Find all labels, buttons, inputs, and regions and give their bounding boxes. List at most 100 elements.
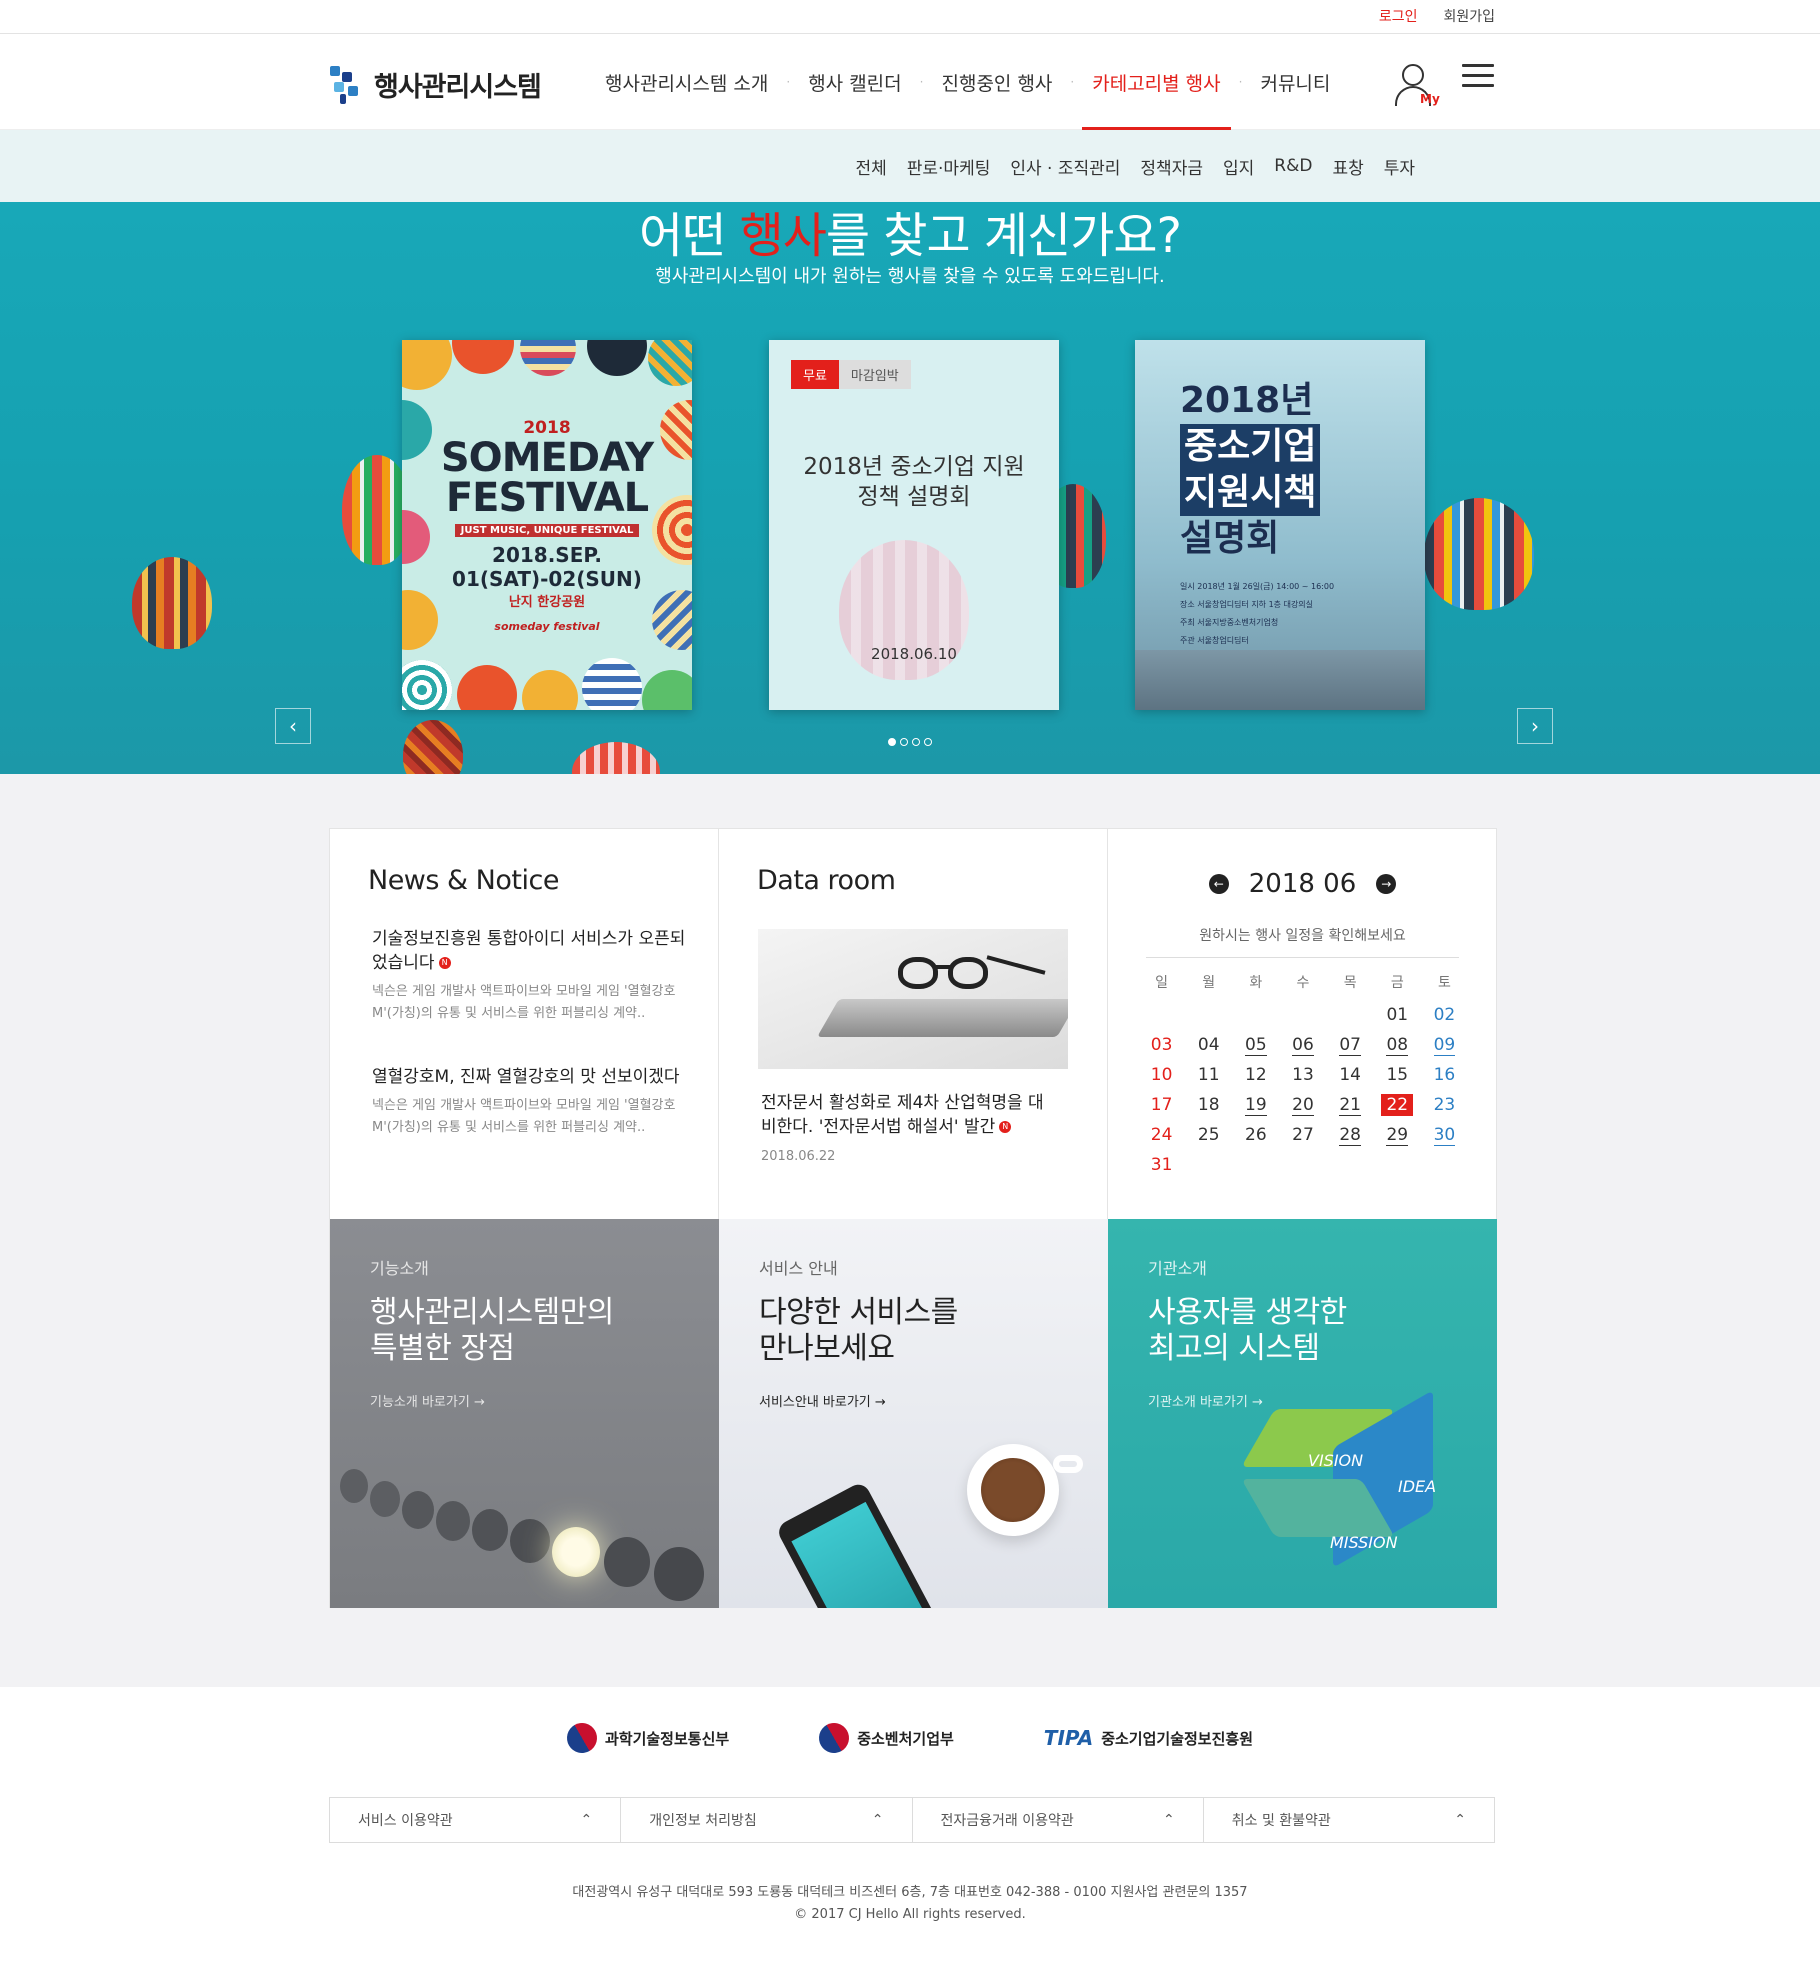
calendar-day[interactable]: 18: [1185, 1090, 1232, 1120]
category-rnd[interactable]: R&D: [1274, 156, 1312, 176]
terms-privacy[interactable]: 개인정보 처리방침 ⌃: [621, 1798, 913, 1842]
decor-shape: [582, 658, 642, 710]
news-item[interactable]: 열혈강호M, 진짜 열혈강호의 맛 선보이겠다 넥슨은 게임 개발사 액트파이브…: [372, 1065, 692, 1139]
calendar-day[interactable]: 13: [1279, 1060, 1326, 1090]
login-link[interactable]: 로그인: [1379, 6, 1418, 26]
calendar-day[interactable]: 25: [1185, 1120, 1232, 1150]
calendar-day[interactable]: 01: [1374, 1000, 1421, 1030]
event-card-policy-briefing[interactable]: 무료 마감임박 2018년 중소기업 지원 정책 설명회 2018.06.10: [769, 340, 1059, 710]
category-list: 전체 판로·마케팅 인사 · 조직관리 정책자금 입지 R&D 표창 투자: [855, 130, 1415, 202]
news-item[interactable]: 기술정보진흥원 통합아이디 서비스가 오픈되었습니다 N 넥슨은 게임 개발사 액…: [372, 927, 692, 1025]
utility-links: 로그인 회원가입: [1379, 6, 1495, 26]
calendar-day[interactable]: 31: [1138, 1150, 1185, 1180]
join-link[interactable]: 회원가입: [1443, 6, 1495, 26]
carousel-dot[interactable]: [912, 738, 920, 746]
header: 행사관리시스템 행사관리시스템 소개 · 행사 캘린더 · 진행중인 행사 · …: [0, 34, 1820, 130]
calendar-day[interactable]: 12: [1232, 1060, 1279, 1090]
calendar-day[interactable]: 17: [1138, 1090, 1185, 1120]
chevron-up-icon: ⌃: [580, 1812, 593, 1828]
carousel-dot[interactable]: [924, 738, 932, 746]
logo[interactable]: 행사관리시스템: [330, 64, 542, 104]
calendar-day[interactable]: 29: [1374, 1120, 1421, 1150]
hero-title: 어떤 행사를 찾고 계신가요?: [638, 208, 1182, 264]
calendar-day[interactable]: 16: [1421, 1060, 1468, 1090]
next-month-icon[interactable]: →: [1376, 874, 1397, 894]
balloon-image: [1424, 498, 1534, 610]
calendar-day[interactable]: 22: [1374, 1090, 1421, 1120]
carousel-pagination: [888, 738, 932, 746]
decor-shape: [457, 665, 517, 710]
calendar-day[interactable]: 15: [1374, 1060, 1421, 1090]
organization-link[interactable]: 기관소개 바로가기 →: [1148, 1391, 1263, 1410]
service-link[interactable]: 서비스안내 바로가기 →: [759, 1391, 886, 1410]
hamburger-menu-icon[interactable]: [1462, 64, 1494, 88]
terms-e-finance[interactable]: 전자금융거래 이용약관 ⌃: [913, 1798, 1204, 1842]
calendar-day[interactable]: 21: [1327, 1090, 1374, 1120]
calendar-day[interactable]: 11: [1185, 1060, 1232, 1090]
feature-intro-card[interactable]: 기능소개 행사관리시스템만의 특별한 장점 기능소개 바로가기 →: [330, 1219, 719, 1608]
chevron-up-icon: ⌃: [1163, 1812, 1175, 1828]
promo-title: 다양한 서비스를 만나보세요: [759, 1295, 958, 1366]
nav-category[interactable]: 카테고리별 행사: [1074, 34, 1238, 130]
category-all[interactable]: 전체: [855, 154, 886, 179]
free-badge: 무료: [791, 360, 839, 389]
calendar-day[interactable]: 30: [1421, 1120, 1468, 1150]
terms-service[interactable]: 서비스 이용약관 ⌃: [330, 1798, 622, 1842]
calendar-day[interactable]: 05: [1232, 1030, 1279, 1060]
category-hr[interactable]: 인사 · 조직관리: [1010, 154, 1120, 179]
weekday-header: 금: [1390, 975, 1404, 991]
data-room-date: 2018.06.22: [761, 1149, 836, 1164]
hero-banner: 어떤 행사를 찾고 계신가요? 행사관리시스템이 내가 원하는 행사를 찾을 수…: [0, 202, 1820, 774]
laptop-glasses-image[interactable]: [758, 929, 1068, 1069]
nav-intro[interactable]: 행사관리시스템 소개: [587, 34, 786, 130]
calendar-day[interactable]: 02: [1421, 1000, 1468, 1030]
calendar-day[interactable]: 07: [1327, 1030, 1374, 1060]
calendar-day[interactable]: 19: [1232, 1090, 1279, 1120]
calendar-day[interactable]: 26: [1232, 1120, 1279, 1150]
vision-label: VISION: [1308, 1451, 1364, 1470]
mss-logo[interactable]: 중소벤처기업부: [813, 1717, 954, 1759]
carousel-dot[interactable]: [900, 738, 908, 746]
event-card-support-policy[interactable]: 2018년 중소기업 지원시책 설명회 일시 2018년 1월 26일(금) 1…: [1135, 340, 1425, 710]
calendar-day[interactable]: 14: [1327, 1060, 1374, 1090]
data-room-title[interactable]: 전자문서 활성화로 제4차 산업혁명을 대비한다. '전자문서법 해설서' 발간…: [761, 1091, 1051, 1139]
calendar-day[interactable]: 28: [1327, 1120, 1374, 1150]
balloon-image: [132, 557, 212, 649]
calendar-day[interactable]: 23: [1421, 1090, 1468, 1120]
category-investment[interactable]: 투자: [1384, 154, 1415, 179]
feature-link[interactable]: 기능소개 바로가기 →: [370, 1391, 485, 1410]
event-card-festival[interactable]: 2018 SOMEDAY FESTIVAL JUST MUSIC, UNIQUE…: [402, 340, 692, 710]
category-funding[interactable]: 정책자금: [1140, 154, 1203, 179]
nav-community[interactable]: 커뮤니티: [1242, 34, 1348, 130]
decor-shape: [648, 340, 692, 386]
calendar-day[interactable]: 04: [1185, 1030, 1232, 1060]
calendar-day[interactable]: 27: [1279, 1120, 1326, 1150]
event-badges: 무료 마감임박: [791, 360, 911, 389]
terms-refund[interactable]: 취소 및 환불약관 ⌃: [1204, 1798, 1494, 1842]
calendar-day[interactable]: 06: [1279, 1030, 1326, 1060]
calendar-day[interactable]: 10: [1138, 1060, 1185, 1090]
carousel-dot[interactable]: [888, 738, 896, 746]
msit-logo[interactable]: 과학기술정보통신부: [561, 1717, 729, 1759]
calendar-day[interactable]: 09: [1421, 1030, 1468, 1060]
tipa-logo[interactable]: TIPA 중소기업기술정보진흥원: [1044, 1726, 1253, 1750]
carousel-prev-button[interactable]: ‹: [275, 708, 311, 744]
nav-ongoing[interactable]: 진행중인 행사: [923, 34, 1070, 130]
organization-intro-card[interactable]: 기관소개 사용자를 생각한 최고의 시스템 기관소개 바로가기 → VISION …: [1108, 1219, 1497, 1608]
calendar-day[interactable]: 20: [1279, 1090, 1326, 1120]
service-guide-card[interactable]: 서비스 안내 다양한 서비스를 만나보세요 서비스안내 바로가기 →: [719, 1219, 1108, 1608]
calendar-day[interactable]: 24: [1138, 1120, 1185, 1150]
nav-calendar[interactable]: 행사 캘린더: [790, 34, 919, 130]
calendar-day[interactable]: 08: [1374, 1030, 1421, 1060]
category-location[interactable]: 입지: [1223, 154, 1254, 179]
calendar-day[interactable]: 03: [1138, 1030, 1185, 1060]
my-page-button[interactable]: My: [1392, 62, 1440, 112]
category-marketing[interactable]: 판로·마케팅: [907, 154, 991, 179]
footer-address: 대전광역시 유성구 대덕대로 593 도룡동 대덕테크 비즈센터 6층, 7층 …: [0, 1882, 1820, 1926]
prev-month-icon[interactable]: ←: [1208, 874, 1229, 894]
calendar-empty: [1138, 1000, 1185, 1030]
carousel-next-button[interactable]: ›: [1517, 708, 1553, 744]
poster-title: 2018년 중소기업 지원시책 설명회: [1180, 378, 1321, 562]
balloon-image: [572, 742, 660, 774]
category-award[interactable]: 표창: [1332, 154, 1363, 179]
